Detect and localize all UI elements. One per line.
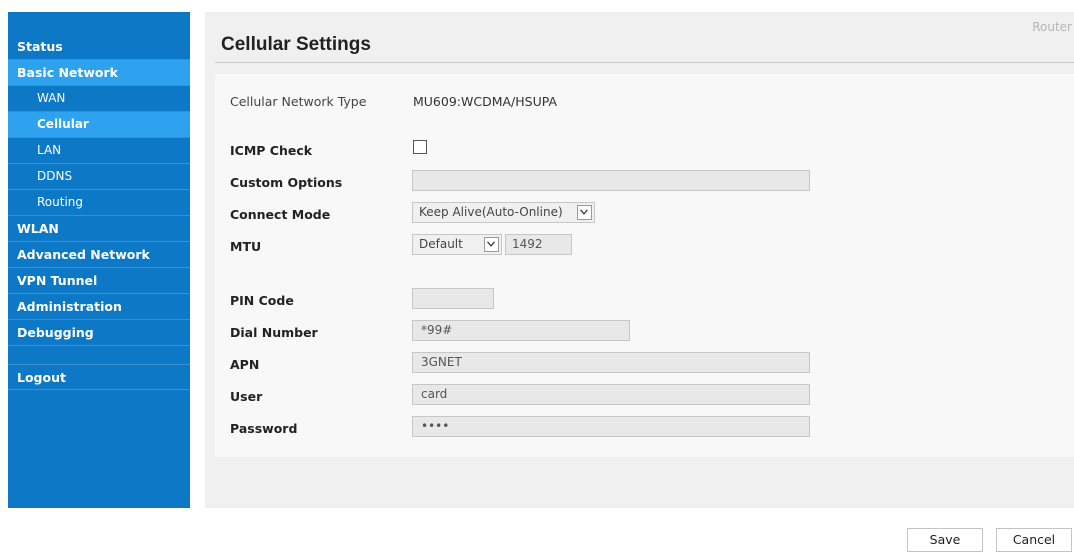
mtu-input[interactable]: 1492 xyxy=(505,234,572,255)
password-input[interactable]: •••• xyxy=(412,416,810,437)
sidebar-item-cellular[interactable]: Cellular xyxy=(8,112,190,138)
cancel-button[interactable]: Cancel xyxy=(996,528,1072,552)
sidebar-nav: Status Basic Network WAN Cellular LAN DD… xyxy=(8,12,190,508)
password-label: Password xyxy=(230,421,298,436)
icmp-check-label: ICMP Check xyxy=(230,143,313,158)
mtu-select[interactable]: Default xyxy=(412,234,502,255)
router-label: Router xyxy=(1032,20,1072,34)
sidebar-item-advanced-network[interactable]: Advanced Network xyxy=(8,242,190,268)
connect-mode-select[interactable]: Keep Alive(Auto-Online) xyxy=(412,202,595,223)
sidebar-item-debugging[interactable]: Debugging xyxy=(8,320,190,346)
user-input[interactable]: card xyxy=(412,384,810,405)
icmp-check-checkbox[interactable] xyxy=(413,140,427,154)
main-panel: Router Cellular Settings Cellular Networ… xyxy=(205,12,1074,508)
connect-mode-selected: Keep Alive(Auto-Online) xyxy=(419,205,563,219)
page-title: Cellular Settings xyxy=(221,34,371,55)
sidebar-item-ddns[interactable]: DDNS xyxy=(8,164,190,190)
network-type-value: MU609:WCDMA/HSUPA xyxy=(413,94,558,109)
sidebar-item-basic-network[interactable]: Basic Network xyxy=(8,60,190,86)
custom-options-label: Custom Options xyxy=(230,175,343,190)
pin-code-label: PIN Code xyxy=(230,293,294,308)
mtu-label: MTU xyxy=(230,239,262,254)
user-label: User xyxy=(230,389,263,404)
save-button[interactable]: Save xyxy=(907,528,983,552)
sidebar-item-logout[interactable]: Logout xyxy=(8,364,190,390)
sidebar-item-vpn-tunnel[interactable]: VPN Tunnel xyxy=(8,268,190,294)
chevron-down-icon xyxy=(484,237,499,252)
pin-code-input[interactable] xyxy=(412,288,494,309)
sidebar-item-status[interactable]: Status xyxy=(8,34,190,60)
apn-input[interactable]: 3GNET xyxy=(412,352,810,373)
connect-mode-label: Connect Mode xyxy=(230,207,331,222)
sidebar-item-administration[interactable]: Administration xyxy=(8,294,190,320)
sidebar-item-routing[interactable]: Routing xyxy=(8,190,190,216)
title-divider xyxy=(215,62,1074,63)
dial-number-input[interactable]: *99# xyxy=(412,320,630,341)
sidebar-item-wan[interactable]: WAN xyxy=(8,86,190,112)
sidebar-item-wlan[interactable]: WLAN xyxy=(8,216,190,242)
chevron-down-icon xyxy=(577,205,592,220)
custom-options-input[interactable] xyxy=(412,170,810,191)
sidebar-item-lan[interactable]: LAN xyxy=(8,138,190,164)
mtu-selected: Default xyxy=(419,237,463,251)
settings-form: Cellular Network Type MU609:WCDMA/HSUPA … xyxy=(215,74,1074,457)
network-type-label: Cellular Network Type xyxy=(230,94,367,109)
dial-number-label: Dial Number xyxy=(230,325,318,340)
apn-label: APN xyxy=(230,357,260,372)
